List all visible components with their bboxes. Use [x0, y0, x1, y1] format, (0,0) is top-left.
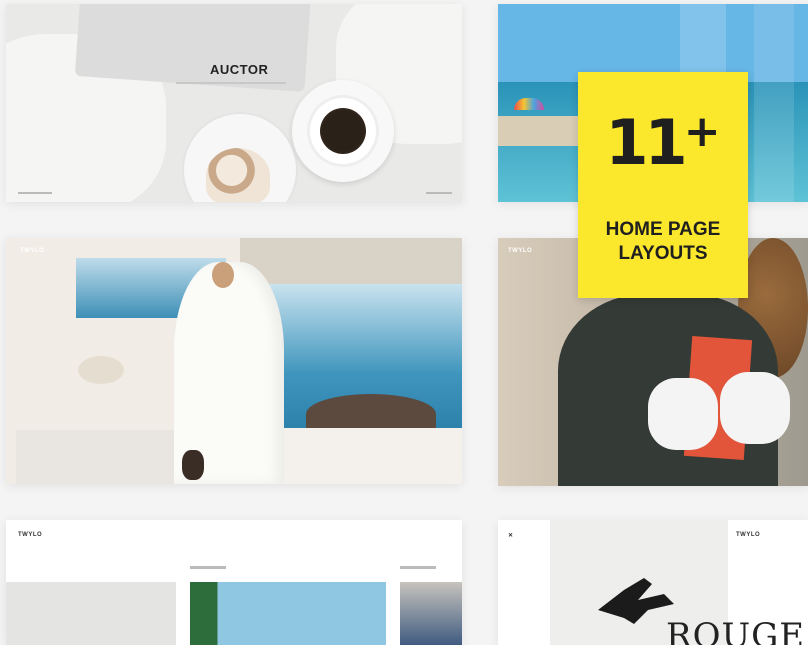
headline-text: ROUGE: [666, 616, 806, 645]
layout-preview-auctor[interactable]: AUCTOR: [6, 4, 462, 202]
coffee-image: [320, 108, 366, 154]
caption-line: [190, 566, 226, 569]
gallery-thumbnail[interactable]: [6, 582, 176, 645]
basket-image: [78, 356, 124, 384]
menu-icon[interactable]: ✕: [508, 532, 514, 539]
footer-text-line: [18, 192, 52, 194]
badge-plus: +: [683, 106, 721, 157]
layout-preview-wedding[interactable]: TWYLO: [6, 238, 462, 484]
brick-wall-image: [240, 238, 462, 284]
layout-preview-portfolio[interactable]: TWYLO: [6, 520, 462, 645]
badge-number: 11+: [578, 106, 748, 179]
badge-number-value: 11: [605, 106, 687, 179]
site-logo: TWYLO: [736, 532, 761, 538]
site-logo: TWYLO: [18, 532, 43, 538]
badge-line-2: LAYOUTS: [618, 243, 708, 264]
badge-line-1: HOME PAGE: [605, 219, 721, 240]
gallery-thumbnail[interactable]: [400, 582, 462, 645]
image-strip: [754, 4, 794, 202]
sand-image: [498, 116, 578, 146]
glove-image: [720, 372, 790, 444]
gallery-thumbnail[interactable]: [190, 582, 386, 645]
umbrella-image: [514, 98, 544, 110]
layouts-count-badge: 11+ HOME PAGE LAYOUTS: [578, 72, 748, 298]
caption-line: [400, 566, 436, 569]
footer-text-line: [426, 192, 452, 194]
site-logo: TWYLO: [508, 248, 533, 254]
site-title: AUCTOR: [210, 62, 269, 77]
glove-image: [648, 378, 718, 450]
person-image: [182, 450, 204, 480]
pastry-image: [206, 148, 270, 202]
subtitle-line: [176, 82, 286, 84]
layout-preview-rouge[interactable]: ✕ TWYLO ROUGE: [498, 520, 808, 645]
bride-head-image: [212, 262, 234, 288]
site-logo: TWYLO: [20, 248, 45, 254]
badge-caption: HOME PAGE LAYOUTS: [578, 218, 748, 266]
